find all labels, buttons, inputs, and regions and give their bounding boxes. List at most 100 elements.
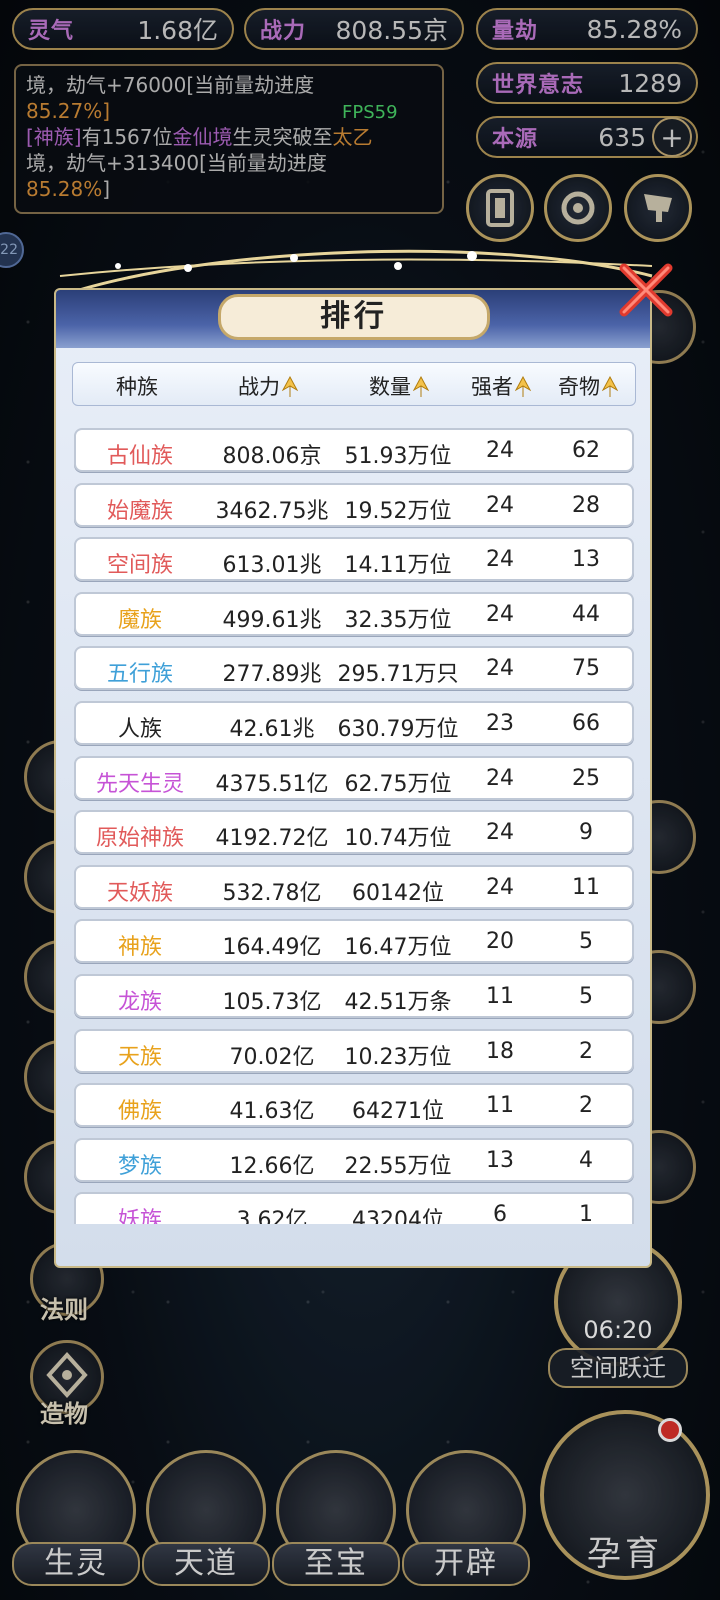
item-cell: 4 [579,1147,593,1173]
power-cell: 12.66亿 [229,1153,315,1179]
count-cell: 51.93万位 [344,444,452,469]
race-cell: 空间族 [106,553,173,579]
power-cell: 164.49亿 [222,935,322,961]
sort-arrow-icon [413,376,429,397]
race-cell: 神族 [117,935,162,961]
count-cell: 43204位 [352,1208,444,1224]
table-row[interactable]: 佛族 41.63亿 64271位 11 2 [74,1083,634,1128]
race-cell: 梦族 [117,1153,162,1179]
item-cell: 5 [579,929,593,955]
strong-cell: 11 [486,1093,514,1119]
power-cell: 4375.51亿 [215,771,329,797]
sort-arrow-icon [515,376,531,397]
item-cell: 11 [572,874,600,900]
race-cell: 五行族 [106,662,173,688]
header-race-label: 种族 [116,375,158,399]
item-cell: 25 [572,765,600,791]
item-cell: 2 [579,1093,593,1119]
power-cell: 3.62亿 [236,1208,308,1224]
item-cell: 5 [579,984,593,1009]
power-cell: 42.61兆 [229,717,315,742]
item-cell: 44 [572,601,600,627]
strong-cell: 18 [486,1038,514,1064]
header-count-label: 数量 [369,375,411,399]
table-header: 种族 战力 数量 强者 奇物 [72,362,636,406]
strong-cell: 24 [486,820,514,846]
race-cell: 先天生灵 [95,771,184,797]
count-cell: 10.23万位 [344,1044,452,1070]
strong-cell: 13 [486,1147,514,1173]
count-cell: 42.51万条 [344,990,452,1015]
strong-cell: 11 [486,984,514,1009]
count-cell: 19.52万位 [344,498,452,524]
table-row[interactable]: 五行族 277.89兆 295.71万只 24 75 [74,646,634,691]
count-cell: 16.47万位 [344,935,452,961]
count-cell: 295.71万只 [337,662,459,688]
table-row[interactable]: 妖族 3.62亿 43204位 6 1 [74,1192,634,1224]
race-cell: 佛族 [117,1099,162,1125]
count-cell: 32.35万位 [344,607,452,633]
power-cell: 3462.75兆 [215,498,329,524]
power-cell: 70.02亿 [229,1044,315,1070]
table-row[interactable]: 人族 42.61兆 630.79万位 23 66 [74,701,634,745]
header-power-label: 战力 [238,375,280,399]
header-race[interactable]: 种族 [73,371,201,401]
race-cell: 原始神族 [95,826,184,852]
ranking-list[interactable]: 古仙族 808.06京 51.93万位 24 62 始魔族 3462.75兆 19.52万位 2… [70,428,638,1224]
item-cell: 66 [572,711,600,736]
count-cell: 10.74万位 [344,826,452,852]
table-row[interactable]: 原始神族 4192.72亿 10.74万位 24 9 [74,810,634,855]
modal-title: 排行 [218,294,490,340]
item-cell: 1 [579,1202,593,1224]
strong-cell: 24 [486,656,514,682]
race-cell: 古仙族 [106,444,173,469]
close-icon[interactable] [616,260,676,320]
table-row[interactable]: 天妖族 532.78亿 60142位 24 11 [74,864,634,909]
table-row[interactable]: 始魔族 3462.75兆 19.52万位 24 28 [74,482,634,527]
power-cell: 4192.72亿 [215,826,329,852]
strong-cell: 23 [486,711,514,736]
table-row[interactable]: 天族 70.02亿 10.23万位 18 2 [74,1028,634,1073]
table-row[interactable]: 龙族 105.73亿 42.51万条 11 5 [74,974,634,1018]
race-cell: 妖族 [117,1208,162,1224]
count-cell: 64271位 [352,1099,444,1125]
power-cell: 808.06京 [222,444,322,469]
table-row[interactable]: 魔族 499.61兆 32.35万位 24 44 [74,591,634,636]
sort-arrow-icon [282,376,298,397]
header-strong-label: 强者 [471,375,513,399]
power-cell: 41.63亿 [229,1099,315,1125]
item-cell: 13 [572,547,600,573]
sort-arrow-icon [602,376,618,397]
header-item[interactable]: 奇物 [543,371,633,401]
race-cell: 天族 [117,1044,162,1070]
table-row[interactable]: 先天生灵 4375.51亿 62.75万位 24 25 [74,755,634,800]
header-strong[interactable]: 强者 [461,371,541,401]
race-cell: 人族 [117,717,162,742]
ranking-modal: 排行 种族 战力 数量 强者 奇物 古仙族 808.06京 51.93万位 24 62 始… [54,263,673,1268]
power-cell: 613.01兆 [222,553,322,579]
table-row[interactable]: 空间族 613.01兆 14.11万位 24 13 [74,537,634,582]
strong-cell: 20 [486,929,514,955]
table-row[interactable]: 梦族 12.66亿 22.55万位 13 4 [74,1137,634,1182]
table-row[interactable]: 神族 164.49亿 16.47万位 20 5 [74,919,634,964]
item-cell: 62 [572,438,600,463]
header-power[interactable]: 战力 [203,371,333,401]
table-row[interactable]: 古仙族 808.06京 51.93万位 24 62 [74,428,634,472]
count-cell: 60142位 [352,880,444,906]
race-cell: 天妖族 [106,880,173,906]
header-count[interactable]: 数量 [335,371,463,401]
power-cell: 532.78亿 [222,880,322,906]
count-cell: 14.11万位 [344,553,452,579]
header-item-label: 奇物 [558,375,600,399]
item-cell: 2 [579,1038,593,1064]
race-cell: 始魔族 [106,498,173,524]
count-cell: 22.55万位 [344,1153,452,1179]
power-cell: 499.61兆 [222,607,322,633]
race-cell: 龙族 [117,990,162,1015]
item-cell: 9 [579,820,593,846]
strong-cell: 24 [486,492,514,518]
power-cell: 277.89兆 [222,662,322,688]
count-cell: 62.75万位 [344,771,452,797]
item-cell: 28 [572,492,600,518]
strong-cell: 24 [486,874,514,900]
